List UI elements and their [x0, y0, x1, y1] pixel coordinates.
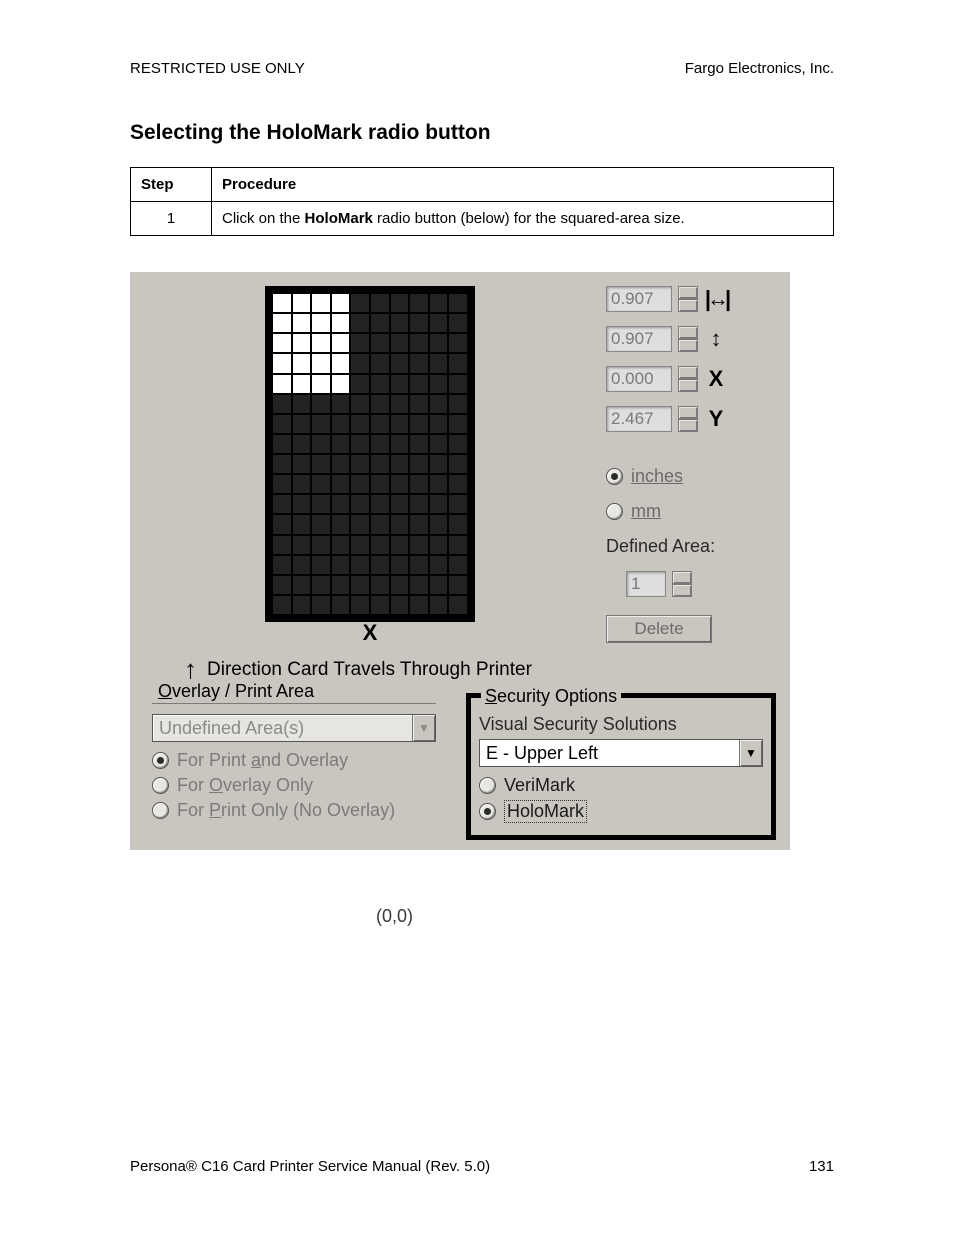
height-icon: ↕	[704, 326, 728, 352]
radio-icon	[606, 503, 623, 520]
width-spinner[interactable]	[678, 286, 698, 312]
y-field: 2.467 Y	[606, 406, 776, 432]
security-dropdown[interactable]: E - Upper Left ▼	[479, 739, 763, 767]
txt: verlay / Print Area	[172, 681, 314, 701]
defined-area-label: Defined Area:	[606, 536, 776, 557]
txt: Persona	[130, 1158, 186, 1175]
defined-area-input[interactable]: 1	[626, 571, 666, 597]
opt-label: HoloMark	[504, 800, 587, 823]
delete-button[interactable]: Delete	[606, 615, 712, 643]
opt-label: For Overlay Only	[177, 775, 313, 796]
direction-label: Direction Card Travels Through Printer	[207, 659, 532, 681]
overlay-group: Overlay / Print Area Undefined Area(s) ▼…	[144, 693, 444, 840]
radio-icon	[152, 752, 169, 769]
txt: S	[485, 686, 497, 706]
width-icon: |↔|	[704, 286, 728, 312]
step-text: Click on the HoloMark radio button (belo…	[212, 202, 834, 236]
header-right: Fargo Electronics, Inc.	[685, 60, 834, 77]
security-sublabel: Visual Security Solutions	[479, 714, 763, 735]
x-icon: X	[704, 366, 728, 392]
y-input[interactable]: 2.467	[606, 406, 672, 432]
security-dropdown-value: E - Upper Left	[480, 743, 739, 764]
y-spinner[interactable]	[678, 406, 698, 432]
txt: C16 Card Printer Service Manual (Rev. 5.…	[197, 1158, 490, 1175]
opt-label: For Print Only (No Overlay)	[177, 800, 395, 821]
unit-mm-label: mm	[631, 501, 661, 522]
security-opt-holomark[interactable]: HoloMark	[479, 800, 763, 823]
origin-label: (0,0)	[376, 906, 413, 927]
txt: radio button (below) for the squared-are…	[373, 210, 685, 227]
table-row: 1 Click on the HoloMark radio button (be…	[131, 202, 834, 236]
col-procedure: Procedure	[212, 168, 834, 202]
overlay-opt-print-only[interactable]: For Print Only (No Overlay)	[152, 800, 436, 821]
x-field: 0.000 X	[606, 366, 776, 392]
footer-left: Persona® C16 Card Printer Service Manual…	[130, 1158, 490, 1175]
x-spinner[interactable]	[678, 366, 698, 392]
overlay-group-title: Overlay / Print Area	[154, 681, 318, 702]
overlay-dropdown[interactable]: Undefined Area(s) ▼	[152, 714, 436, 742]
width-field: 0.907 |↔|	[606, 286, 776, 312]
security-group-title: Security Options	[481, 686, 621, 707]
security-opt-verimark[interactable]: VeriMark	[479, 775, 763, 796]
y-icon: Y	[704, 406, 728, 432]
registered-icon: ®	[186, 1158, 197, 1175]
height-input[interactable]: 0.907	[606, 326, 672, 352]
unit-inches-label: inches	[631, 466, 683, 487]
page-number: 131	[809, 1158, 834, 1175]
txt-bold: HoloMark	[305, 210, 373, 227]
steps-table: Step Procedure 1 Click on the HoloMark r…	[130, 167, 834, 236]
section-title: Selecting the HoloMark radio button	[130, 121, 834, 145]
radio-icon	[152, 802, 169, 819]
opt-label: VeriMark	[504, 775, 575, 796]
opt-label: For Print and Overlay	[177, 750, 348, 771]
height-spinner[interactable]	[678, 326, 698, 352]
height-field: 0.907 ↕	[606, 326, 776, 352]
dialog-screenshot: Y (0,0) X 0.907 |↔| 0.907 ↕ 0.000	[130, 272, 790, 850]
radio-icon	[152, 777, 169, 794]
header-left: RESTRICTED USE ONLY	[130, 60, 305, 77]
col-step: Step	[131, 168, 212, 202]
unit-mm-option[interactable]: mm	[606, 501, 776, 522]
radio-icon	[479, 777, 496, 794]
width-input[interactable]: 0.907	[606, 286, 672, 312]
radio-icon	[606, 468, 623, 485]
defined-area-spinner[interactable]	[672, 571, 692, 597]
page-header: RESTRICTED USE ONLY Fargo Electronics, I…	[130, 60, 834, 77]
security-group: Security Options Visual Security Solutio…	[466, 693, 776, 840]
txt: O	[158, 681, 172, 701]
step-number: 1	[131, 202, 212, 236]
unit-inches-option[interactable]: inches	[606, 466, 776, 487]
overlay-opt-overlay-only[interactable]: For Overlay Only	[152, 775, 436, 796]
page-footer: Persona® C16 Card Printer Service Manual…	[130, 1158, 834, 1175]
overlay-dropdown-value: Undefined Area(s)	[153, 718, 412, 739]
txt: ecurity Options	[497, 686, 617, 706]
radio-icon	[479, 803, 496, 820]
chevron-down-icon: ▼	[412, 715, 435, 741]
x-input[interactable]: 0.000	[606, 366, 672, 392]
x-axis-label: X	[363, 620, 378, 646]
txt: Click on the	[222, 210, 305, 227]
chevron-down-icon: ▼	[739, 740, 762, 766]
area-grid[interactable]	[265, 286, 475, 622]
overlay-opt-print-and-overlay[interactable]: For Print and Overlay	[152, 750, 436, 771]
